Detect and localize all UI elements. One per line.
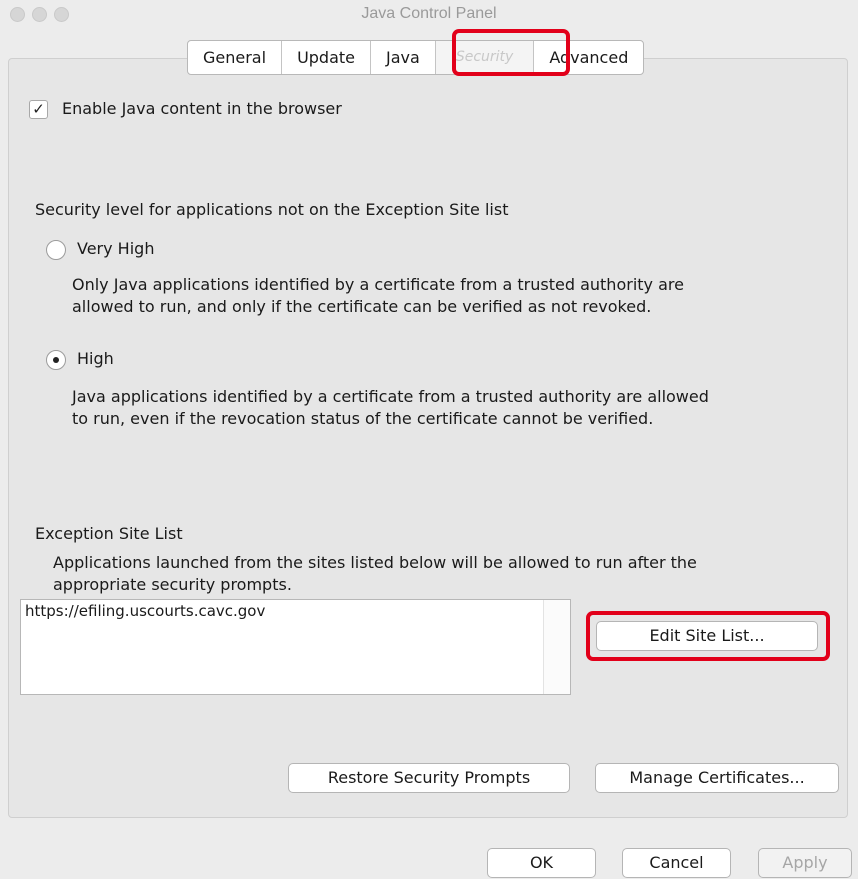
site-list-scrollbar[interactable] (543, 600, 570, 694)
enable-java-label: Enable Java content in the browser (62, 99, 342, 118)
exception-site-list[interactable]: https://efiling.uscourts.cavc.gov (20, 599, 571, 695)
radio-selected-dot (53, 357, 59, 363)
exception-desc-line: appropriate security prompts. (53, 575, 292, 594)
very-high-desc-line: allowed to run, and only if the certific… (72, 297, 652, 316)
high-label: High (77, 349, 114, 368)
enable-java-checkbox[interactable]: ✓ (29, 100, 48, 119)
tab-update[interactable]: Update (282, 41, 372, 74)
high-desc-line: Java applications identified by a certif… (72, 387, 709, 406)
window-title: Java Control Panel (361, 5, 497, 22)
security-panel (8, 58, 848, 818)
high-radio[interactable] (46, 350, 66, 370)
restore-security-prompts-button[interactable]: Restore Security Prompts (288, 763, 570, 793)
checkmark-icon: ✓ (32, 100, 45, 118)
site-list-item[interactable]: https://efiling.uscourts.cavc.gov (25, 602, 265, 620)
tab-java[interactable]: Java (371, 41, 436, 74)
very-high-desc-line: Only Java applications identified by a c… (72, 275, 684, 294)
exception-site-heading: Exception Site List (35, 524, 183, 543)
tab-bar: General Update Java Security Advanced (187, 40, 645, 75)
high-desc-line: to run, even if the revocation status of… (72, 409, 654, 428)
tab-advanced[interactable]: Advanced (534, 41, 643, 74)
exception-site-description: Applications launched from the sites lis… (53, 552, 697, 596)
edit-site-list-button[interactable]: Edit Site List... (596, 621, 818, 651)
tab-general[interactable]: General (188, 41, 283, 74)
security-level-heading: Security level for applications not on t… (35, 200, 509, 219)
exception-desc-line: Applications launched from the sites lis… (53, 553, 697, 572)
title-bar: Java Control Panel (0, 0, 858, 34)
manage-certificates-button[interactable]: Manage Certificates... (595, 763, 839, 793)
high-description: Java applications identified by a certif… (72, 386, 709, 430)
apply-button[interactable]: Apply (758, 848, 852, 878)
very-high-radio[interactable] (46, 240, 66, 260)
ok-button[interactable]: OK (487, 848, 596, 878)
very-high-label: Very High (77, 239, 155, 258)
very-high-description: Only Java applications identified by a c… (72, 274, 684, 318)
tab-security[interactable]: Security (435, 41, 535, 74)
cancel-button[interactable]: Cancel (622, 848, 731, 878)
